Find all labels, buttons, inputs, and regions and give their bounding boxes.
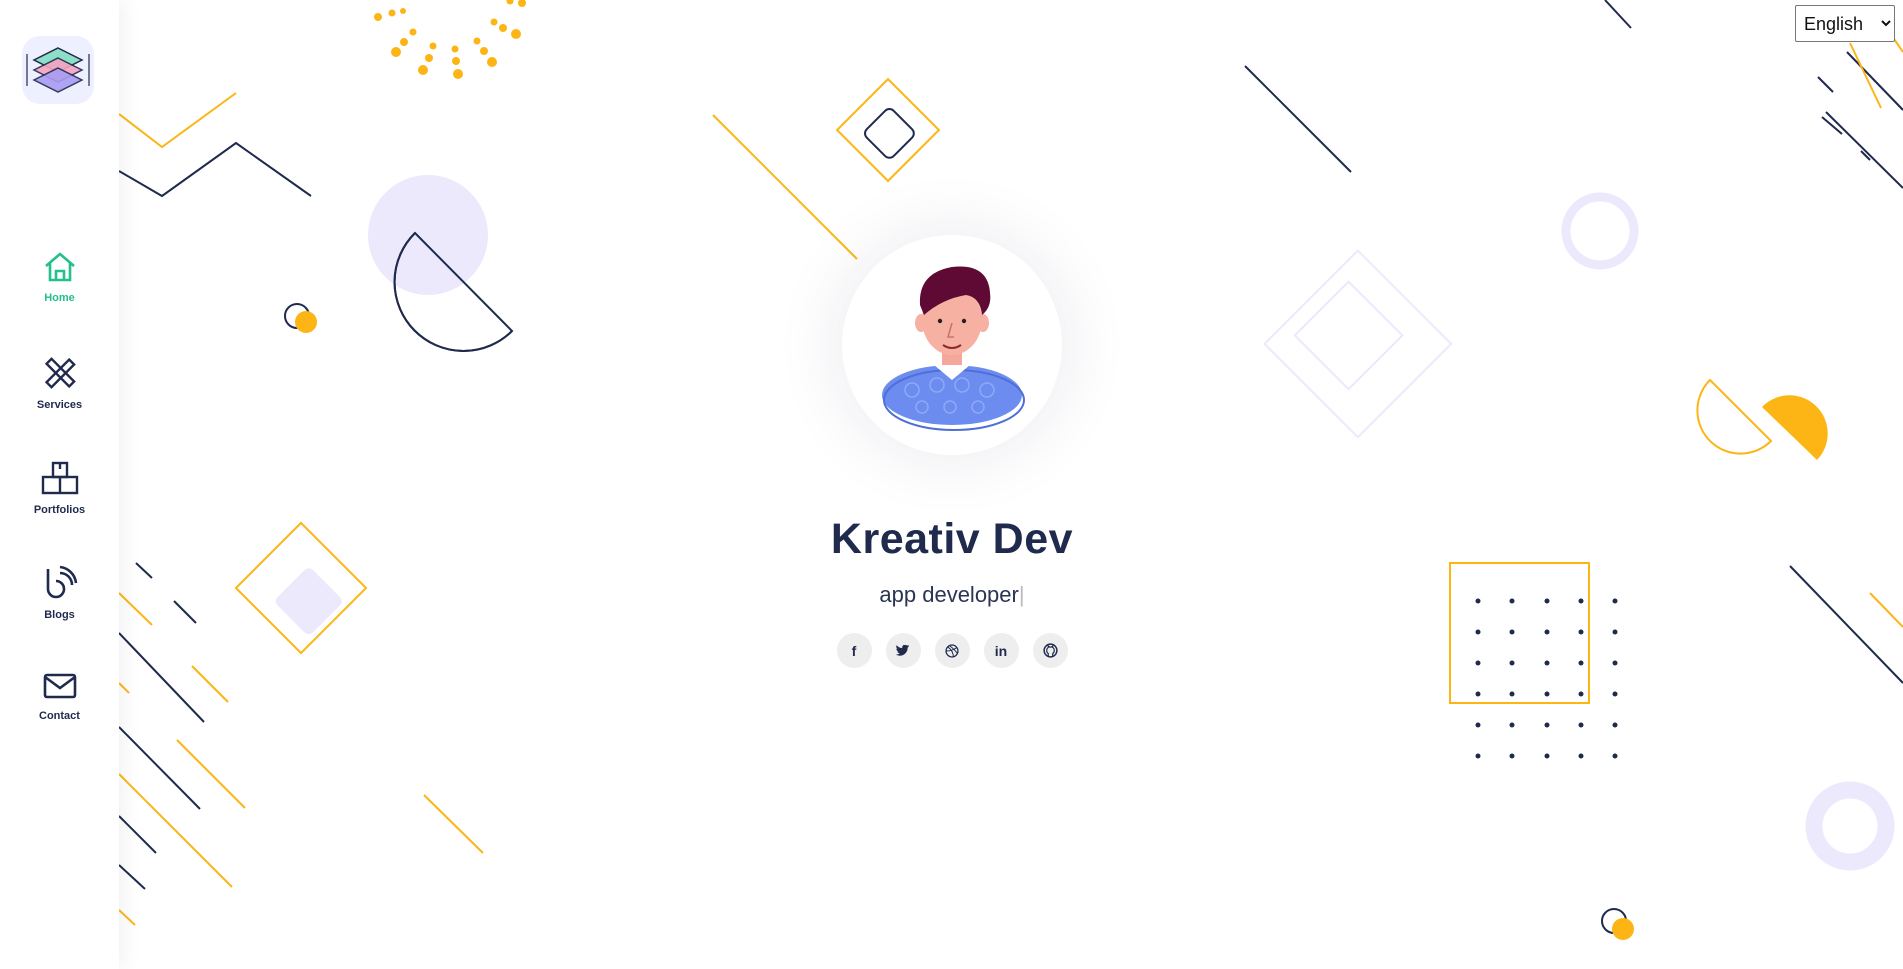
language-select[interactable]: English xyxy=(1795,5,1895,42)
sidebar-item-home[interactable]: Home xyxy=(0,250,119,355)
home-icon xyxy=(44,252,75,282)
facebook-icon[interactable]: f xyxy=(836,633,872,668)
sidebar-item-services[interactable]: Services xyxy=(0,355,119,460)
sidebar-item-portfolios[interactable]: Portfolios xyxy=(0,460,119,565)
social-links: f in xyxy=(740,633,1164,668)
avatar xyxy=(842,235,1062,455)
role-text: app developer xyxy=(879,582,1019,607)
dribbble-icon[interactable] xyxy=(934,633,970,668)
sidebar-item-contact[interactable]: Contact xyxy=(0,670,119,775)
dotted-arc xyxy=(374,0,526,79)
portfolio-icon xyxy=(41,461,78,495)
tools-icon xyxy=(44,357,76,389)
sidebar-item-label: Home xyxy=(44,292,75,304)
sidebar: Home Services Portfolios Blogs Contact xyxy=(0,0,119,969)
lavender-disc xyxy=(368,175,488,295)
sidebar-item-label: Services xyxy=(36,399,83,411)
sidebar-nav: Home Services Portfolios Blogs Contact xyxy=(0,250,119,775)
typing-cursor: | xyxy=(1018,582,1025,607)
twitter-icon[interactable] xyxy=(885,633,921,668)
linkedin-icon[interactable]: in xyxy=(983,633,1019,668)
mail-icon xyxy=(43,673,76,699)
zigzag-yellow xyxy=(118,92,237,149)
hero-name: Kreativ Dev xyxy=(830,515,1074,563)
sidebar-item-label: Contact xyxy=(39,710,80,722)
hero-role: app developer| xyxy=(740,582,1164,608)
blog-icon xyxy=(46,565,77,599)
developer-avatar-illustration xyxy=(882,266,1025,431)
sidebar-item-blogs[interactable]: Blogs xyxy=(0,565,119,670)
zigzag-black xyxy=(118,141,312,198)
sidebar-item-label: Portfolios xyxy=(33,504,86,516)
hero-section: Kreativ Dev app developer| f in xyxy=(740,235,1164,668)
github-icon[interactable] xyxy=(1032,633,1068,668)
sidebar-item-label: Blogs xyxy=(44,609,75,621)
layers-logo[interactable] xyxy=(22,36,94,104)
